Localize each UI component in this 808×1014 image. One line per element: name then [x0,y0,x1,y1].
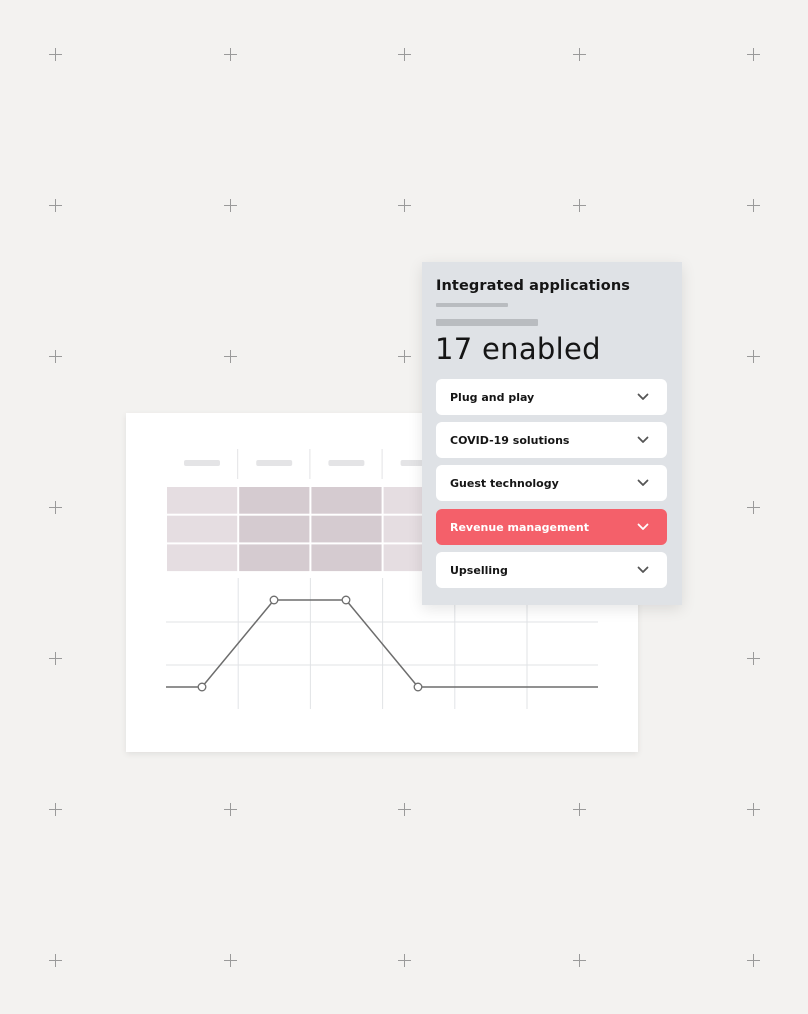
plus-marker [398,48,411,61]
plus-marker [224,350,237,363]
plus-marker [224,954,237,967]
chevron-down-icon [637,393,649,400]
data-point [269,595,279,605]
column-header-placeholder [256,460,293,466]
plus-marker [398,350,411,363]
plus-marker [747,501,760,514]
plus-marker [49,954,62,967]
plus-marker [49,652,62,665]
table-cell [239,487,310,514]
plus-marker [573,48,586,61]
table-cell [167,544,238,572]
accordion-label: Guest technology [450,476,559,490]
accordion-revenue-management[interactable]: Revenue management [436,509,667,545]
integrated-applications-panel: Integrated applications 17 enabled Plug … [422,262,682,605]
accordion-label: Upselling [450,563,508,577]
plus-marker [747,954,760,967]
plus-marker [573,954,586,967]
accordion-upselling[interactable]: Upselling [436,552,667,588]
enabled-count: 17 enabled [435,332,601,366]
panel-title: Integrated applications [436,278,630,294]
table-cell [311,544,382,572]
plus-marker [49,199,62,212]
plus-marker [224,48,237,61]
chevron-down-icon [637,523,649,530]
plus-marker [398,803,411,816]
plus-marker [224,803,237,816]
data-point [341,595,351,605]
table-cell [167,487,238,514]
plus-marker [573,803,586,816]
plus-marker [49,48,62,61]
chevron-down-icon [637,566,649,573]
table-cell [167,515,238,543]
plus-marker [224,199,237,212]
plus-marker [398,954,411,967]
plus-marker [747,350,760,363]
plus-marker [573,199,586,212]
accordion-covid-19-solutions[interactable]: COVID-19 solutions [436,422,667,458]
plus-marker [747,48,760,61]
plus-marker [747,652,760,665]
accordion-plug-and-play[interactable]: Plug and play [436,379,667,415]
column-header-placeholder [184,460,220,466]
table-cell [311,515,382,543]
chevron-down-icon [637,479,649,486]
skeleton-line [436,303,508,307]
plus-marker [49,501,62,514]
data-point [413,682,423,692]
plus-marker [49,803,62,816]
column-header-placeholder [328,460,365,466]
accordion-label: Revenue management [450,520,589,534]
accordion-guest-technology[interactable]: Guest technology [436,465,667,501]
table-cell [239,515,310,543]
chevron-down-icon [637,436,649,443]
data-point [197,682,207,692]
accordion-label: COVID-19 solutions [450,433,570,447]
plus-marker [747,803,760,816]
skeleton-line [436,319,538,326]
plus-marker [747,199,760,212]
table-cell [239,544,310,572]
table-cell [311,487,382,514]
plus-marker [49,350,62,363]
plus-marker [398,199,411,212]
accordion-label: Plug and play [450,390,535,404]
series-line [166,599,598,688]
